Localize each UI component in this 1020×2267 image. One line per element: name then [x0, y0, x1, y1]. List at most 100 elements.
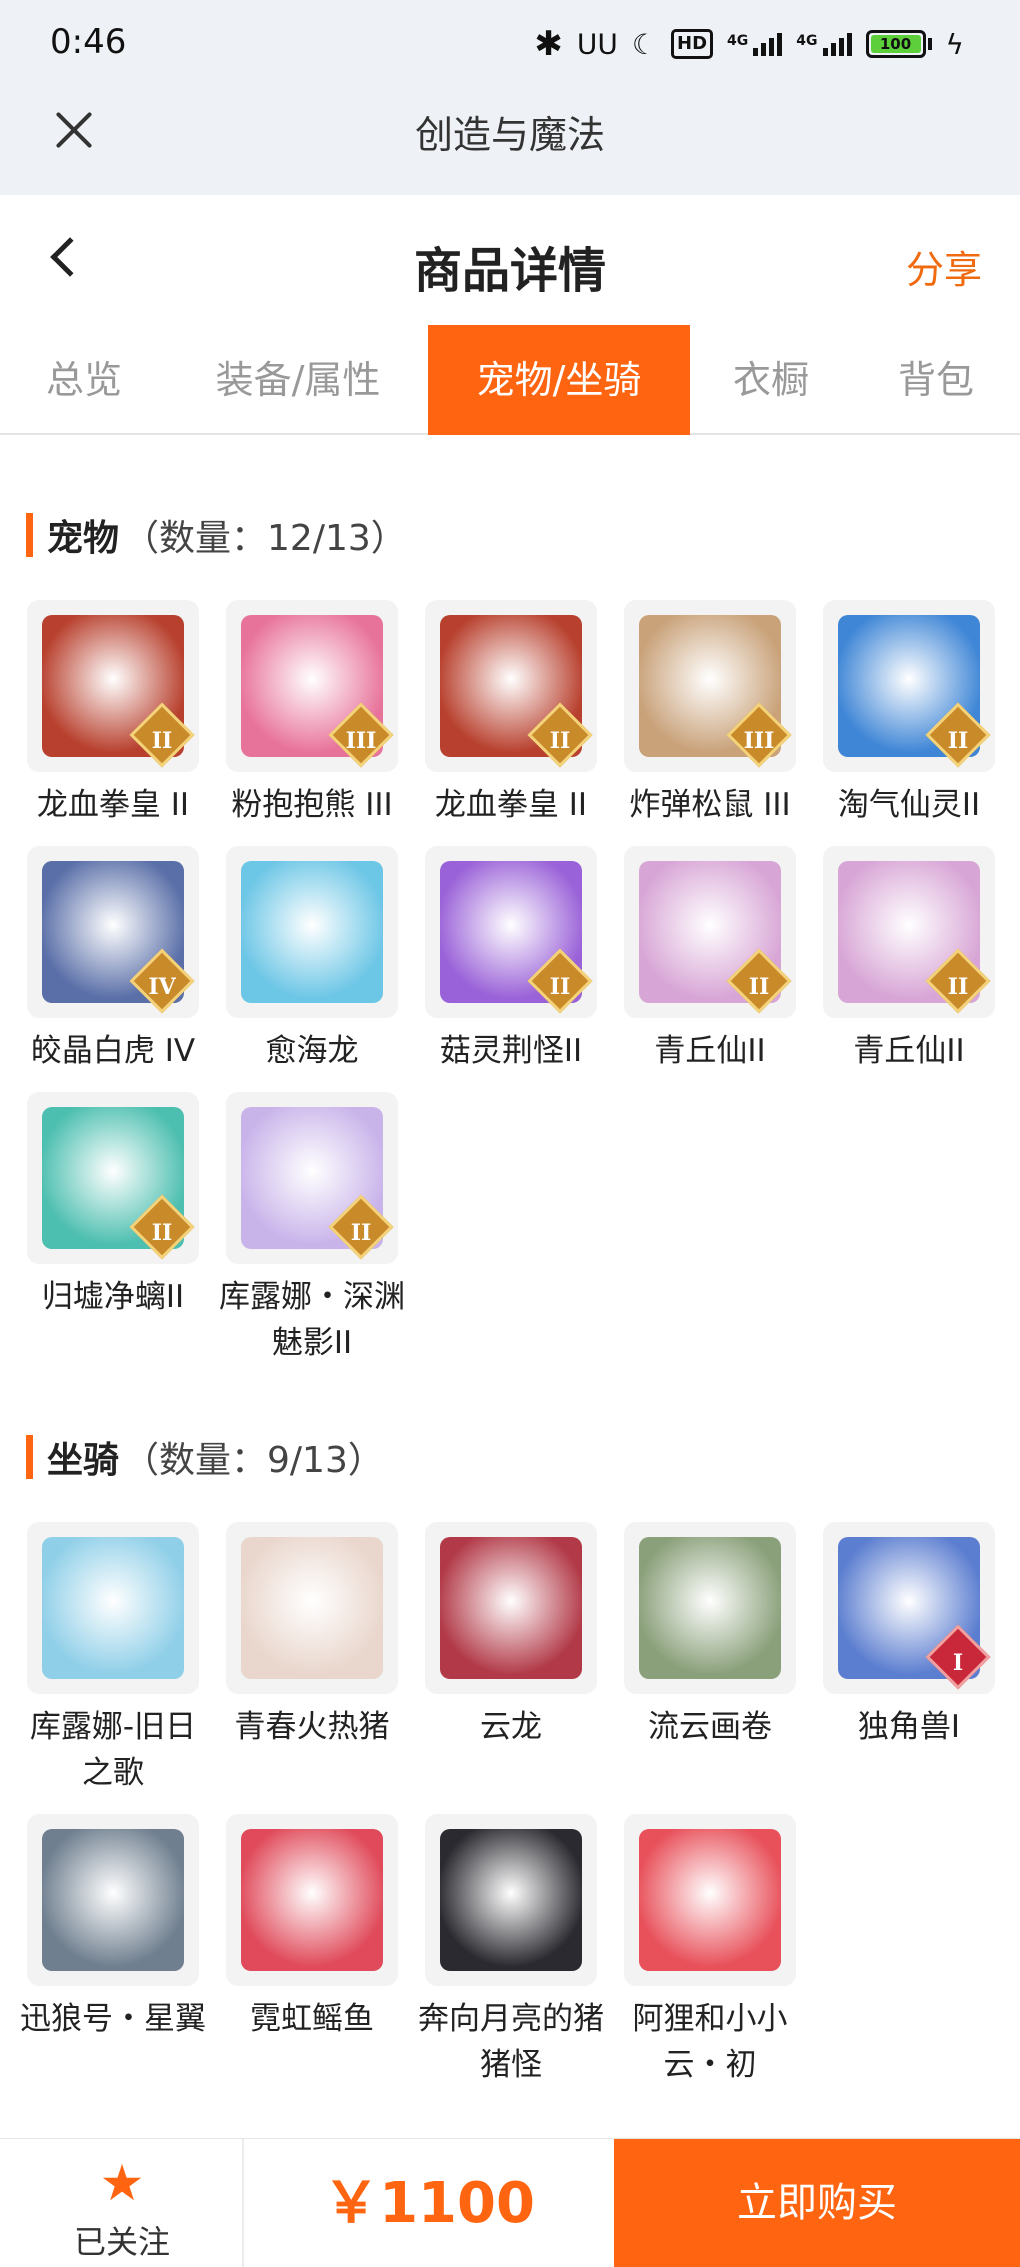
mounts-section-count: （数量：9/13） — [123, 1440, 384, 1481]
pet-item[interactable]: II 龙血拳皇 II — [412, 600, 610, 828]
item-thumbnail: II — [425, 846, 597, 1018]
pet-item[interactable]: 愈海龙 — [213, 846, 411, 1074]
pet-item[interactable]: III 粉抱抱熊 III — [213, 600, 411, 828]
sheep-maiden-icon — [42, 1537, 184, 1679]
price: ￥1100 — [323, 2171, 535, 2236]
item-thumbnail: II — [27, 1092, 199, 1264]
item-thumbnail: III — [624, 600, 796, 772]
mount-item[interactable]: 奔向月亮的猪猪怪 — [412, 1814, 610, 2088]
item-thumbnail — [425, 1522, 597, 1694]
mount-item[interactable]: 阿狸和小小云・初 — [611, 1814, 809, 2088]
earbuds-icon: ᑌᑌ — [576, 27, 618, 61]
pet-item[interactable]: II 龙血拳皇 II — [14, 600, 212, 828]
section-marker — [26, 513, 33, 557]
pet-item[interactable]: II 淘气仙灵II — [810, 600, 1008, 828]
item-thumbnail: IV — [27, 846, 199, 1018]
item-thumbnail: III — [226, 600, 398, 772]
pets-section-header: 宠物 （数量：12/13） — [26, 510, 407, 560]
item-name: 炸弹松鼠 III — [629, 787, 791, 823]
item-thumbnail: II — [823, 846, 995, 1018]
pet-item[interactable]: III 炸弹松鼠 III — [611, 600, 809, 828]
pet-item[interactable]: II 青丘仙II — [611, 846, 809, 1074]
item-name: 青丘仙II — [654, 1033, 766, 1069]
mount-item[interactable]: I 独角兽I — [810, 1522, 1008, 1750]
item-thumbnail — [226, 1814, 398, 1986]
tab-wardrobe[interactable]: 衣橱 — [690, 325, 852, 435]
neon-ray-icon — [241, 1829, 383, 1971]
item-thumbnail — [226, 1522, 398, 1694]
status-time: 0:46 — [50, 22, 127, 62]
pet-item[interactable]: IV 皎晶白虎 IV — [14, 846, 212, 1074]
rank-badge-text: II — [350, 1220, 372, 1246]
signal-icon-2: 4G — [796, 32, 852, 56]
rank-badge-text: II — [151, 1220, 173, 1246]
mounts-section-header: 坐骑 （数量：9/13） — [26, 1432, 384, 1482]
item-name: 愈海龙 — [265, 1033, 359, 1069]
mount-item[interactable]: 青春火热猪 — [213, 1522, 411, 1750]
mount-item[interactable]: 霓虹鳐鱼 — [213, 1814, 411, 2042]
mounts-section-title: 坐骑 — [47, 1440, 120, 1481]
tab-pets-mounts[interactable]: 宠物/坐骑 — [428, 325, 690, 435]
mount-item[interactable]: 迅狼号・星翼 — [14, 1814, 212, 2042]
tab-backpack[interactable]: 背包 — [852, 325, 1020, 435]
mount-item[interactable]: 流云画卷 — [611, 1522, 809, 1750]
moon-icon: ☾ — [631, 27, 658, 61]
pet-item[interactable]: II 青丘仙II — [810, 846, 1008, 1074]
bottom-action-bar: ★ 已关注 ￥1100 立即购买 — [0, 2138, 1020, 2267]
item-thumbnail — [226, 846, 398, 1018]
item-name: 迅狼号・星翼 — [20, 2001, 206, 2037]
page-header: 商品详情 分享 — [0, 195, 1020, 325]
rank-badge-text: II — [549, 974, 571, 1000]
item-name: 青春火热猪 — [234, 1709, 390, 1745]
battery-level: 100 — [870, 35, 921, 53]
pet-item[interactable]: II 菇灵荆怪II — [412, 846, 610, 1074]
item-thumbnail: II — [27, 600, 199, 772]
rank-badge-text: II — [748, 974, 770, 1000]
pets-section-title: 宠物 — [47, 518, 120, 559]
rank-badge-text: III — [743, 728, 775, 754]
rank-badge-text: II — [947, 974, 969, 1000]
item-thumbnail: I — [823, 1522, 995, 1694]
buy-now-button[interactable]: 立即购买 — [614, 2139, 1020, 2267]
item-thumbnail: II — [624, 846, 796, 1018]
item-name: 库露娜・深渊魅影II — [219, 1279, 405, 1361]
tab-equipment[interactable]: 装备/属性 — [168, 325, 428, 435]
item-name: 菇灵荆怪II — [439, 1033, 583, 1069]
bamboo-scroll-icon — [639, 1537, 781, 1679]
item-name: 龙血拳皇 II — [434, 787, 588, 823]
bluetooth-icon: ✱ — [534, 24, 563, 64]
item-name: 龙血拳皇 II — [36, 787, 190, 823]
item-thumbnail — [624, 1814, 796, 1986]
rank-badge-text: II — [549, 728, 571, 754]
rank-badge-text: II — [151, 728, 173, 754]
item-name: 阿狸和小小云・初 — [632, 2001, 788, 2083]
tab-overview[interactable]: 总览 — [0, 325, 168, 435]
webview-title: 创造与魔法 — [414, 113, 605, 157]
status-icons: ✱ ᑌᑌ ☾ HD 4G 4G 100 ϟ — [534, 24, 964, 64]
pet-item[interactable]: II 归墟净螭II — [14, 1092, 212, 1320]
mecha-wolf-icon — [42, 1829, 184, 1971]
pet-item[interactable]: II 库露娜・深渊魅影II — [213, 1092, 411, 1366]
item-name: 归墟净螭II — [41, 1279, 185, 1315]
mount-item[interactable]: 云龙 — [412, 1522, 610, 1750]
item-name: 霓虹鳐鱼 — [250, 2001, 374, 2037]
tab-bar: 总览 装备/属性 宠物/坐骑 衣橱 背包 — [0, 325, 1020, 435]
rank-badge-text: IV — [148, 974, 176, 1000]
cloud-dragon-icon — [440, 1537, 582, 1679]
item-thumbnail: II — [226, 1092, 398, 1264]
star-icon: ★ — [99, 2154, 145, 2212]
page-title: 商品详情 — [413, 243, 606, 299]
item-name: 流云画卷 — [648, 1709, 772, 1745]
share-button[interactable]: 分享 — [906, 239, 982, 294]
top-bar: 0:46 ✱ ᑌᑌ ☾ HD 4G 4G 100 ϟ 创造与魔法 — [0, 0, 1020, 195]
follow-button[interactable]: ★ 已关注 — [0, 2139, 244, 2267]
item-thumbnail — [425, 1814, 597, 1986]
black-pig-icon — [440, 1829, 582, 1971]
item-name: 粉抱抱熊 III — [231, 787, 393, 823]
battery-icon: 100 — [865, 30, 932, 58]
mount-item[interactable]: 库露娜-旧日之歌 — [14, 1522, 212, 1796]
item-thumbnail — [27, 1814, 199, 1986]
status-bar: 0:46 ✱ ᑌᑌ ☾ HD 4G 4G 100 ϟ — [0, 0, 1020, 86]
hd-icon: HD — [671, 29, 714, 59]
rank-badge-text: III — [345, 728, 377, 754]
